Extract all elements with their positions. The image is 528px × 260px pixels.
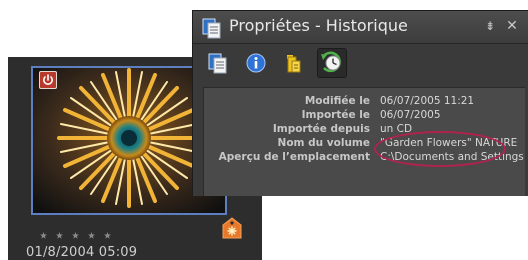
star-icon[interactable] <box>40 232 47 239</box>
property-label: Importée le <box>301 109 370 121</box>
property-label: Importée depuis <box>272 123 370 135</box>
property-value: 06/07/2005 11:21 <box>380 95 475 107</box>
power-icon[interactable] <box>39 71 57 89</box>
properties-icon <box>201 17 223 39</box>
property-value: C:\Documents and Settings <box>380 151 524 163</box>
property-label: Nom du volume <box>277 137 370 149</box>
properties-panel: Propriétes - Historique ⇟ ✕ Modifiée le … <box>192 10 528 196</box>
property-row: Nom du volume "Garden Flowers" NATURE <box>204 136 526 150</box>
property-value: 06/07/2005 <box>380 109 441 121</box>
tab-general-properties[interactable] <box>203 48 233 78</box>
history-properties: Modifiée le 06/07/2005 11:21 Importée le… <box>203 87 525 196</box>
tab-tags[interactable] <box>279 48 309 78</box>
property-row: Importée le 06/07/2005 <box>204 108 526 122</box>
tag-icon[interactable] <box>221 217 243 239</box>
tab-history[interactable] <box>317 48 347 78</box>
tab-info[interactable] <box>241 48 271 78</box>
star-rating[interactable] <box>40 232 111 239</box>
star-icon[interactable] <box>56 232 63 239</box>
property-value: un CD <box>380 123 413 135</box>
star-icon[interactable] <box>88 232 95 239</box>
property-row: Aperçu de l’emplacement C:\Documents and… <box>204 150 526 164</box>
panel-toolbar <box>203 48 347 78</box>
star-icon[interactable] <box>72 232 79 239</box>
history-icon <box>320 51 344 75</box>
star-icon[interactable] <box>104 232 111 239</box>
property-label: Modifiée le <box>304 95 370 107</box>
collapse-panel-button[interactable]: ⇟ <box>483 19 497 33</box>
property-value: "Garden Flowers" NATURE <box>380 137 518 149</box>
close-panel-button[interactable]: ✕ <box>505 19 519 33</box>
property-label: Aperçu de l’emplacement <box>218 151 370 163</box>
panel-titlebar[interactable]: Propriétes - Historique ⇟ ✕ <box>193 11 528 44</box>
panel-title: Propriétes - Historique <box>229 16 408 35</box>
photo-date: 01/8/2004 05:09 <box>26 245 138 260</box>
info-icon <box>245 52 267 74</box>
property-row: Importée depuis un CD <box>204 122 526 136</box>
property-row: Modifiée le 06/07/2005 11:21 <box>204 94 526 108</box>
general-properties-icon <box>207 52 229 74</box>
tags-icon <box>283 52 305 74</box>
